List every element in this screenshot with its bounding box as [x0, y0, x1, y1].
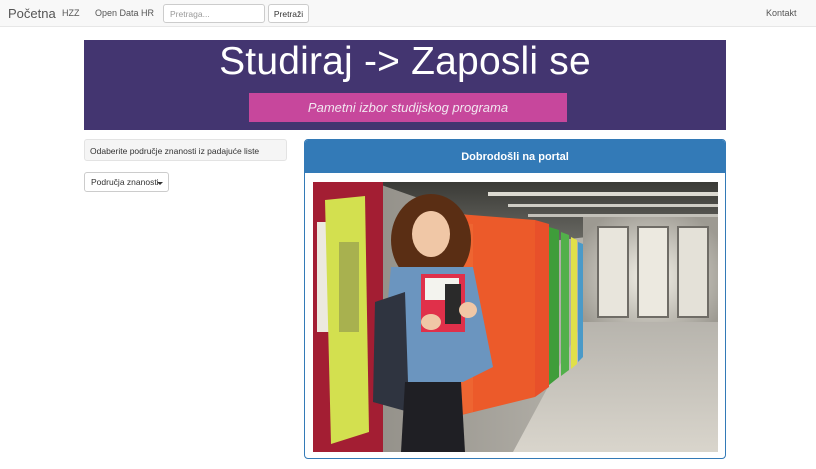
- instruction-well: Odaberite područje znanosti iz padajuće …: [84, 139, 287, 161]
- nav-link-kontakt[interactable]: Kontakt: [766, 8, 797, 18]
- banner-subtitle-box: Pametni izbor studijskog programa: [249, 93, 567, 122]
- student-photo: [313, 182, 718, 452]
- hero-banner: Studiraj -> Zaposli se Pametni izbor stu…: [84, 40, 726, 130]
- search-button[interactable]: Pretraži: [268, 4, 309, 23]
- nav-brand-home-link[interactable]: Početna: [8, 6, 56, 21]
- nav-link-hzz[interactable]: HZZ: [62, 8, 80, 18]
- caret-down-icon: [157, 182, 163, 185]
- panel-heading: Dobrodošli na portal: [305, 140, 725, 173]
- panel-title: Dobrodošli na portal: [461, 151, 569, 163]
- nav-link-open-data-hr[interactable]: Open Data HR: [95, 8, 154, 18]
- instruction-text: Odaberite područje znanosti iz padajuće …: [90, 146, 260, 156]
- search-input[interactable]: [163, 4, 265, 23]
- dropdown-label: Područja znanosti: [91, 177, 159, 187]
- welcome-panel: Dobrodošli na portal: [304, 139, 726, 459]
- top-navbar: Početna HZZ Open Data HR Pretraži Kontak…: [0, 0, 816, 27]
- field-of-science-dropdown[interactable]: Područja znanosti: [84, 172, 169, 192]
- banner-subtitle: Pametni izbor studijskog programa: [307, 100, 509, 115]
- banner-title: Studiraj -> Zaposli se: [219, 40, 591, 83]
